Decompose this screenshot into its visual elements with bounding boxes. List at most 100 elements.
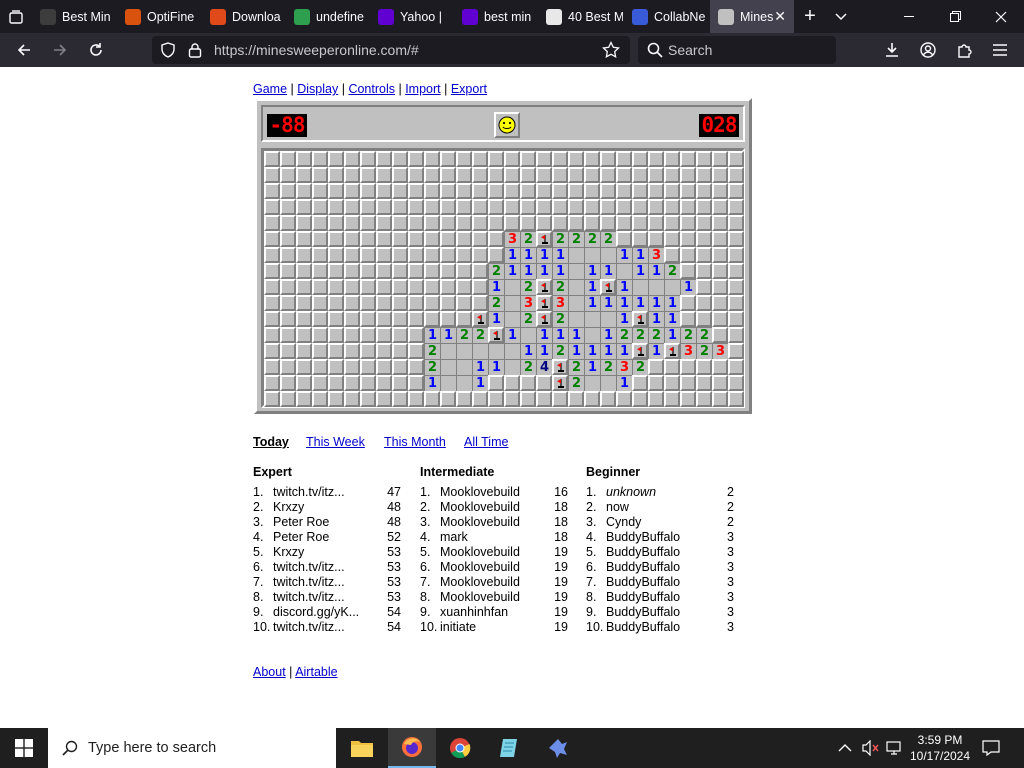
hidden-cell[interactable] [296, 167, 312, 183]
number-cell[interactable]: 1 [632, 295, 648, 311]
number-cell[interactable]: 1 [600, 327, 616, 343]
hidden-cell[interactable] [456, 279, 472, 295]
hidden-cell[interactable] [376, 151, 392, 167]
hidden-cell[interactable] [552, 199, 568, 215]
hidden-cell[interactable] [728, 231, 744, 247]
hidden-cell[interactable] [424, 247, 440, 263]
hidden-cell[interactable] [376, 231, 392, 247]
number-cell[interactable]: 3 [552, 295, 568, 311]
tracking-protection-shield-icon[interactable] [160, 42, 176, 63]
hidden-cell[interactable] [440, 311, 456, 327]
hidden-cell[interactable] [280, 263, 296, 279]
hidden-cell[interactable] [504, 199, 520, 215]
hidden-cell[interactable] [440, 279, 456, 295]
number-cell[interactable]: 1 [504, 327, 520, 343]
number-cell[interactable]: 1 [568, 343, 584, 359]
hidden-cell[interactable] [296, 343, 312, 359]
menu-import-link[interactable]: Import [405, 82, 440, 96]
hidden-cell[interactable] [408, 279, 424, 295]
hidden-cell[interactable] [632, 167, 648, 183]
hidden-cell[interactable] [728, 167, 744, 183]
network-icon[interactable] [886, 740, 904, 761]
hidden-cell[interactable] [696, 375, 712, 391]
hidden-cell[interactable] [680, 247, 696, 263]
number-cell[interactable]: 2 [600, 231, 616, 247]
hidden-cell[interactable] [280, 215, 296, 231]
number-cell[interactable]: 3 [616, 359, 632, 375]
hidden-cell[interactable] [664, 199, 680, 215]
hidden-cell[interactable] [680, 199, 696, 215]
hidden-cell[interactable] [408, 359, 424, 375]
hidden-cell[interactable] [600, 183, 616, 199]
number-cell[interactable]: 1 [504, 247, 520, 263]
number-cell[interactable]: 1 [504, 263, 520, 279]
number-cell[interactable]: 1 [664, 311, 680, 327]
hidden-cell[interactable] [408, 183, 424, 199]
revealed-empty-cell[interactable] [584, 311, 600, 327]
number-cell[interactable]: 3 [648, 247, 664, 263]
hidden-cell[interactable] [408, 343, 424, 359]
number-cell[interactable]: 2 [552, 279, 568, 295]
hidden-cell[interactable] [312, 327, 328, 343]
menu-display-link[interactable]: Display [297, 82, 338, 96]
hidden-cell[interactable] [392, 359, 408, 375]
number-cell[interactable]: 2 [520, 311, 536, 327]
number-cell[interactable]: 2 [472, 327, 488, 343]
hidden-cell[interactable] [264, 375, 280, 391]
number-cell[interactable]: 1 [616, 279, 632, 295]
hidden-cell[interactable] [312, 231, 328, 247]
hidden-cell[interactable] [488, 167, 504, 183]
hidden-cell[interactable] [312, 263, 328, 279]
hidden-cell[interactable] [360, 199, 376, 215]
hidden-cell[interactable] [568, 167, 584, 183]
hidden-cell[interactable] [456, 215, 472, 231]
number-cell[interactable]: 1 [616, 247, 632, 263]
hidden-cell[interactable] [344, 247, 360, 263]
number-cell[interactable]: 1 [616, 375, 632, 391]
number-cell[interactable]: 2 [568, 359, 584, 375]
number-cell[interactable]: 2 [632, 327, 648, 343]
hidden-cell[interactable] [712, 199, 728, 215]
volume-muted-icon[interactable] [862, 739, 880, 761]
hidden-cell[interactable] [264, 151, 280, 167]
hidden-cell[interactable] [648, 391, 664, 407]
hidden-cell[interactable] [408, 215, 424, 231]
hidden-cell[interactable] [680, 167, 696, 183]
hidden-cell[interactable] [712, 375, 728, 391]
hidden-cell[interactable] [632, 151, 648, 167]
revealed-empty-cell[interactable] [440, 343, 456, 359]
hidden-cell[interactable] [584, 151, 600, 167]
hidden-cell[interactable] [424, 199, 440, 215]
hidden-cell[interactable] [264, 247, 280, 263]
chrome-icon[interactable] [436, 728, 484, 768]
hidden-cell[interactable] [488, 151, 504, 167]
hidden-cell[interactable] [696, 183, 712, 199]
hidden-cell[interactable] [392, 183, 408, 199]
hidden-cell[interactable] [376, 391, 392, 407]
hidden-cell[interactable] [664, 183, 680, 199]
hidden-cell[interactable] [392, 391, 408, 407]
hidden-cell[interactable] [584, 199, 600, 215]
hidden-cell[interactable] [520, 391, 536, 407]
hidden-cell[interactable] [520, 183, 536, 199]
hidden-cell[interactable] [456, 183, 472, 199]
hidden-cell[interactable] [680, 215, 696, 231]
hidden-cell[interactable] [488, 183, 504, 199]
hidden-cell[interactable] [728, 151, 744, 167]
hidden-cell[interactable] [456, 311, 472, 327]
hidden-cell[interactable] [568, 391, 584, 407]
number-cell[interactable]: 1 [424, 375, 440, 391]
hidden-cell[interactable] [728, 215, 744, 231]
hidden-cell[interactable] [472, 247, 488, 263]
search-bar[interactable]: Search [638, 36, 836, 64]
hidden-cell[interactable] [312, 343, 328, 359]
number-cell[interactable]: 1 [472, 359, 488, 375]
revealed-empty-cell[interactable] [648, 279, 664, 295]
hidden-cell[interactable] [696, 231, 712, 247]
revealed-empty-cell[interactable] [456, 375, 472, 391]
hidden-cell[interactable] [568, 183, 584, 199]
hidden-cell[interactable] [728, 263, 744, 279]
hidden-cell[interactable] [312, 151, 328, 167]
hidden-cell[interactable] [392, 279, 408, 295]
number-cell[interactable]: 2 [616, 327, 632, 343]
